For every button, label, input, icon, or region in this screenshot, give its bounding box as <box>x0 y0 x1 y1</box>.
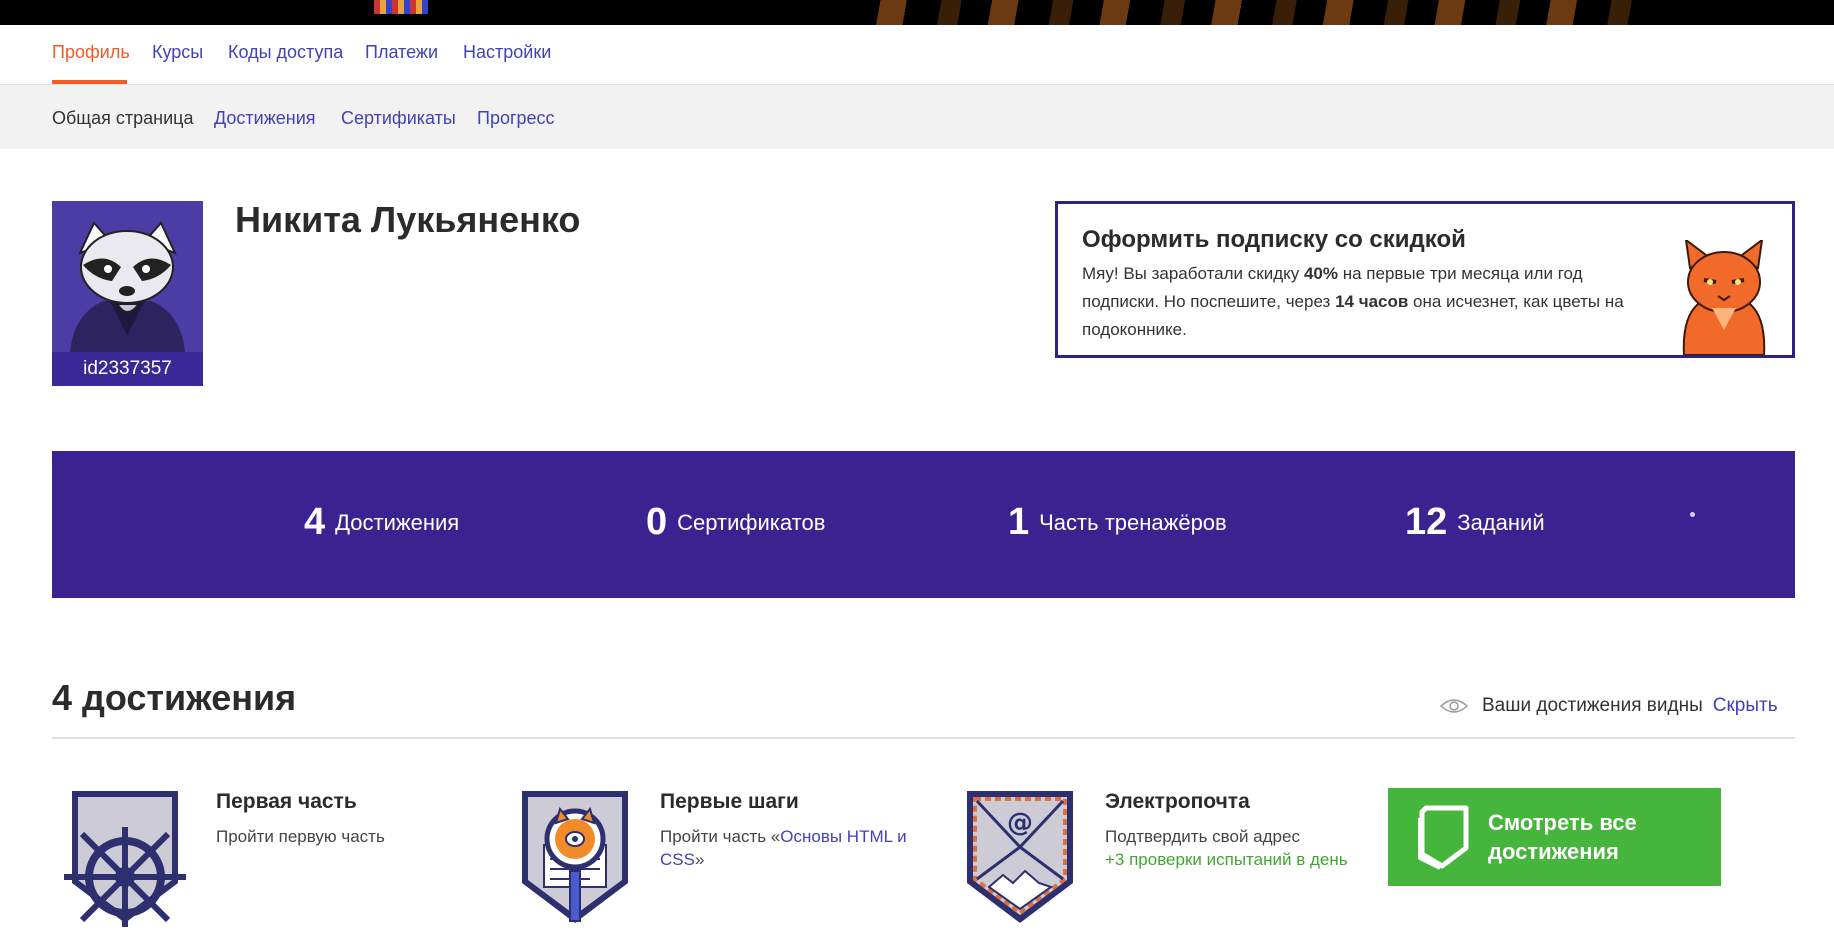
promo-title: Оформить подписку со скидкой <box>1082 226 1466 253</box>
achievement-name: Электропочта <box>1105 790 1250 813</box>
main-nav: Профиль Курсы Коды доступа Платежи Настр… <box>0 25 1834 85</box>
promo-text: Мяу! Вы заработали скидку 40% на первые … <box>1082 264 1624 339</box>
hide-achievements-link[interactable]: Скрыть <box>1713 695 1778 716</box>
achievement-bonus: +3 проверки испытаний в день <box>1105 850 1348 869</box>
eye-icon <box>1440 699 1468 713</box>
nav-payments[interactable]: Платежи <box>365 42 438 63</box>
achievement-desc: Пройти часть «Основы HTML и CSS» <box>660 827 907 869</box>
avatar[interactable]: id2337357 <box>52 201 203 386</box>
stat-label: Часть тренажёров <box>1039 509 1227 535</box>
stat-achievements[interactable]: 4 Достижения <box>304 501 459 544</box>
stat-certificates[interactable]: 0 Сертификатов <box>646 501 825 544</box>
cat-icon <box>1682 240 1766 355</box>
achievement-name: Первые шаги <box>660 790 799 813</box>
banner-decoration <box>850 0 1650 25</box>
stat-trainer-parts[interactable]: 1 Часть тренажёров <box>1008 501 1227 544</box>
subnav-overview[interactable]: Общая страница <box>52 108 193 129</box>
stat-label: Заданий <box>1457 509 1545 535</box>
achievement-desc: Подтвердить свой адрес +3 проверки испыт… <box>1105 825 1385 871</box>
achievement-name: Первая часть <box>216 790 357 813</box>
achievements-title: 4 достижения <box>52 677 297 718</box>
promo-hours: 14 часов <box>1335 292 1409 311</box>
nav-settings[interactable]: Настройки <box>463 42 551 63</box>
decorative-dot <box>1690 512 1695 517</box>
section-divider <box>52 737 1795 739</box>
top-banner-strip <box>0 0 1834 25</box>
user-id-label: id2337357 <box>52 352 203 386</box>
banner-pixel-art <box>374 0 428 14</box>
shield-icon <box>1418 805 1469 870</box>
user-name: Никита Лукьяненко <box>235 199 581 240</box>
subnav-achievements[interactable]: Достижения <box>214 108 316 129</box>
stat-label: Сертификатов <box>677 509 826 535</box>
envelope-badge-icon[interactable]: @ <box>955 787 1085 927</box>
stat-tasks[interactable]: 12 Заданий <box>1405 501 1545 544</box>
stat-value: 4 <box>304 501 326 543</box>
view-all-achievements-button[interactable]: Смотреть все достижения <box>1388 788 1721 886</box>
stat-label: Достижения <box>335 509 460 535</box>
subnav-progress[interactable]: Прогресс <box>477 108 555 129</box>
cat-magnifier-badge-icon[interactable] <box>510 787 640 927</box>
nav-courses[interactable]: Курсы <box>152 42 203 63</box>
achievements-visibility: Ваши достижения видны Скрыть <box>1440 695 1778 719</box>
view-all-label: Смотреть все достижения <box>1488 810 1637 864</box>
stat-value: 0 <box>646 501 668 543</box>
ship-wheel-badge-icon[interactable] <box>60 787 190 927</box>
nav-profile[interactable]: Профиль <box>52 42 130 63</box>
svg-text:@: @ <box>1007 808 1033 838</box>
achievement-desc-text: Подтвердить свой адрес <box>1105 827 1300 846</box>
active-tab-indicator <box>52 80 127 84</box>
stat-value: 12 <box>1405 501 1448 543</box>
stat-value: 1 <box>1008 501 1030 543</box>
nav-access-codes[interactable]: Коды доступа <box>228 42 343 63</box>
stats-band: 4 Достижения 0 Сертификатов 1 Часть тренажё… <box>52 451 1795 598</box>
visibility-text: Ваши достижения видны <box>1482 695 1703 716</box>
subnav-certificates[interactable]: Сертификаты <box>341 108 456 129</box>
raccoon-avatar-icon <box>52 201 203 352</box>
promo-discount: 40% <box>1303 264 1338 283</box>
achievement-desc: Пройти первую часть <box>216 827 385 846</box>
subscription-promo-card[interactable]: Оформить подписку со скидкой Мяу! Вы зар… <box>1055 201 1795 358</box>
sub-nav: Общая страница Достижения Сертификаты Пр… <box>0 85 1834 149</box>
